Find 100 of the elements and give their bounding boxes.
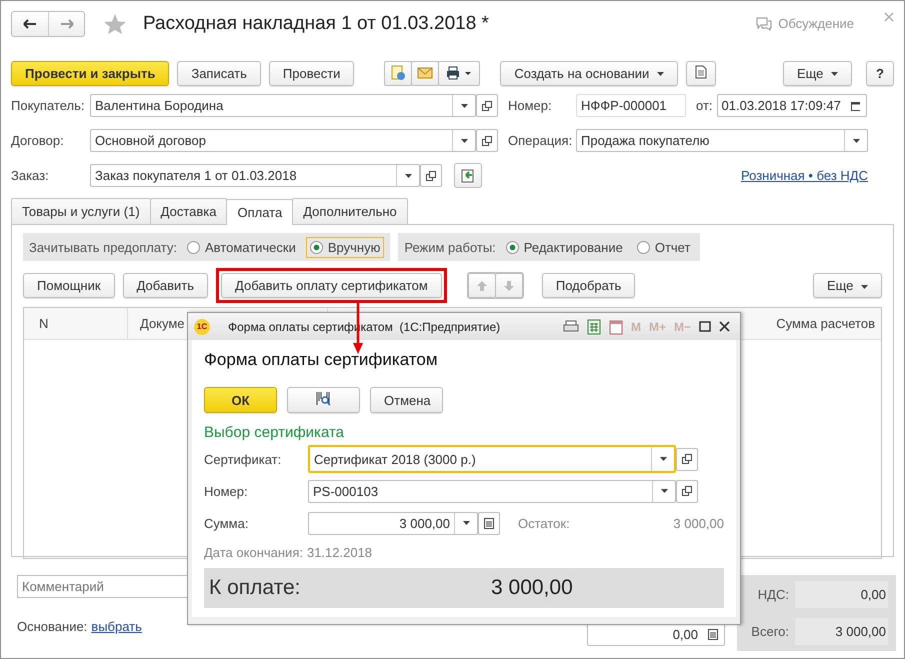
field-label: Операция: xyxy=(508,133,572,148)
star-icon[interactable] xyxy=(103,12,127,34)
dropdown-icon xyxy=(460,104,468,108)
calculator-button[interactable] xyxy=(478,512,500,534)
open-button[interactable] xyxy=(676,448,698,470)
email-button[interactable] xyxy=(411,60,440,86)
dropdown-icon xyxy=(660,489,668,493)
print-button[interactable] xyxy=(438,60,480,86)
to-pay-value: 3 000,00 xyxy=(491,576,573,600)
select-field[interactable]: Сертификат 2018 (3000 р.) xyxy=(308,445,676,473)
caret-icon xyxy=(656,72,664,76)
right-arrow-icon xyxy=(60,18,74,28)
dialog-heading: Форма оплаты сертификатом xyxy=(204,350,439,370)
field-label: Номер: xyxy=(508,98,553,113)
cancel-button[interactable]: Отмена xyxy=(370,387,443,413)
dropdown-icon xyxy=(462,521,470,525)
structure-button[interactable] xyxy=(686,60,716,86)
select-field[interactable]: Продажа покупателю xyxy=(576,129,868,152)
open-button[interactable] xyxy=(476,129,498,152)
calendar-icon[interactable] xyxy=(608,318,623,334)
radio-button[interactable] xyxy=(186,240,200,254)
date-field[interactable]: 01.03.2018 17:09:47 xyxy=(716,94,867,117)
open-button[interactable] xyxy=(420,164,442,187)
open-window-icon xyxy=(482,100,492,110)
select-field[interactable]: Заказ покупателя 1 от 01.03.2018 xyxy=(90,164,420,187)
field-label: Сумма: xyxy=(204,516,250,530)
to-pay-label: К оплате: xyxy=(209,576,302,600)
maximize-icon[interactable] xyxy=(699,321,711,332)
sum-field[interactable]: 3 000,00 xyxy=(308,512,478,534)
radio-option[interactable]: Редактирование xyxy=(502,236,627,258)
tab[interactable]: Доставка xyxy=(150,198,228,224)
toolbar-button[interactable]: Провести и закрыть xyxy=(11,60,170,86)
end-date-value: 31.12.2018 xyxy=(306,545,372,560)
up-arrow-icon xyxy=(476,280,487,290)
down-arrow-icon xyxy=(504,280,514,290)
tab[interactable]: Товары и услуги (1) xyxy=(11,198,151,224)
open-window-icon xyxy=(682,486,692,496)
close-icon[interactable] xyxy=(719,321,730,332)
document-icon xyxy=(694,64,707,78)
select-field[interactable]: Валентина Бородина xyxy=(90,94,476,117)
toolbar-button[interactable]: Добавить xyxy=(122,273,208,298)
number-field[interactable]: НФФР-000001 xyxy=(576,94,686,117)
caret-icon xyxy=(831,72,838,76)
dropdown-icon xyxy=(404,174,412,178)
help-button[interactable]: ? xyxy=(866,60,894,86)
chat-icon xyxy=(756,16,772,30)
select-link[interactable]: выбрать xyxy=(91,618,142,634)
end-date-label: Дата окончания: xyxy=(204,545,303,560)
dropdown-icon xyxy=(460,138,468,142)
open-window-icon xyxy=(682,454,692,464)
section-title: Выбор сертификата xyxy=(204,424,346,441)
printer-icon xyxy=(446,66,472,80)
pick-button[interactable]: Подобрать xyxy=(542,273,636,298)
remainder-label: Остаток: xyxy=(518,516,570,530)
column-header[interactable]: N xyxy=(24,308,128,339)
dropdown-icon xyxy=(660,457,666,461)
field-label: Номер: xyxy=(204,484,249,498)
toolbar-button[interactable]: Добавить оплату сертификатом xyxy=(221,273,442,298)
field-label: Заказ: xyxy=(11,168,50,183)
open-window-icon xyxy=(426,170,436,180)
radio-button[interactable] xyxy=(636,240,650,254)
field-label: Сертификат: xyxy=(204,452,282,466)
total-value: 3 000,00 xyxy=(795,618,888,645)
radio-option[interactable]: Автоматически xyxy=(182,236,300,258)
group-label: Зачитывать предоплату: xyxy=(29,240,177,254)
tab[interactable]: Дополнительно xyxy=(292,198,408,224)
calendar-icon xyxy=(850,100,860,110)
remainder-value: 3 000,00 xyxy=(673,516,724,530)
scan-button[interactable] xyxy=(287,387,360,413)
report-button[interactable] xyxy=(384,60,412,86)
price-type-link[interactable]: Розничная • без НДС xyxy=(741,168,868,183)
ok-button[interactable]: ОК xyxy=(204,387,277,413)
dropdown-icon xyxy=(852,138,860,142)
field-label: от: xyxy=(696,98,713,113)
barcode-search-icon xyxy=(316,390,332,406)
create-based-button[interactable]: Создать на основании xyxy=(500,60,678,86)
radio-option[interactable]: Вручную xyxy=(306,236,384,258)
toolbar-button[interactable]: Помощник xyxy=(23,273,115,298)
radio-option[interactable]: Отчет xyxy=(632,236,694,258)
total-label: Всего: xyxy=(750,624,789,639)
open-window-icon xyxy=(482,136,492,146)
fill-button[interactable] xyxy=(454,163,482,188)
open-button[interactable] xyxy=(476,94,498,117)
select-field[interactable]: PS-000103 xyxy=(308,480,676,502)
toolbar-button[interactable]: Провести xyxy=(268,60,354,86)
toolbar-button[interactable]: Записать xyxy=(177,60,261,86)
group-label: Режим работы: xyxy=(404,240,496,254)
printer-icon[interactable] xyxy=(562,320,579,334)
more-button[interactable]: Еще xyxy=(782,60,852,86)
open-button[interactable] xyxy=(676,480,698,502)
radio-button[interactable] xyxy=(506,240,519,254)
window-title: Расходная накладная 1 от 01.03.2018 * xyxy=(143,12,489,34)
radio-button[interactable] xyxy=(310,240,323,254)
app-logo: 1С xyxy=(194,318,210,334)
more-button[interactable]: Еще xyxy=(812,273,882,298)
tab[interactable]: Оплата xyxy=(226,199,294,225)
envelope-icon xyxy=(417,67,434,79)
left-arrow-icon xyxy=(23,18,37,28)
amount-field[interactable]: 0,00 xyxy=(587,623,725,646)
select-field[interactable]: Основной договор xyxy=(90,129,476,152)
